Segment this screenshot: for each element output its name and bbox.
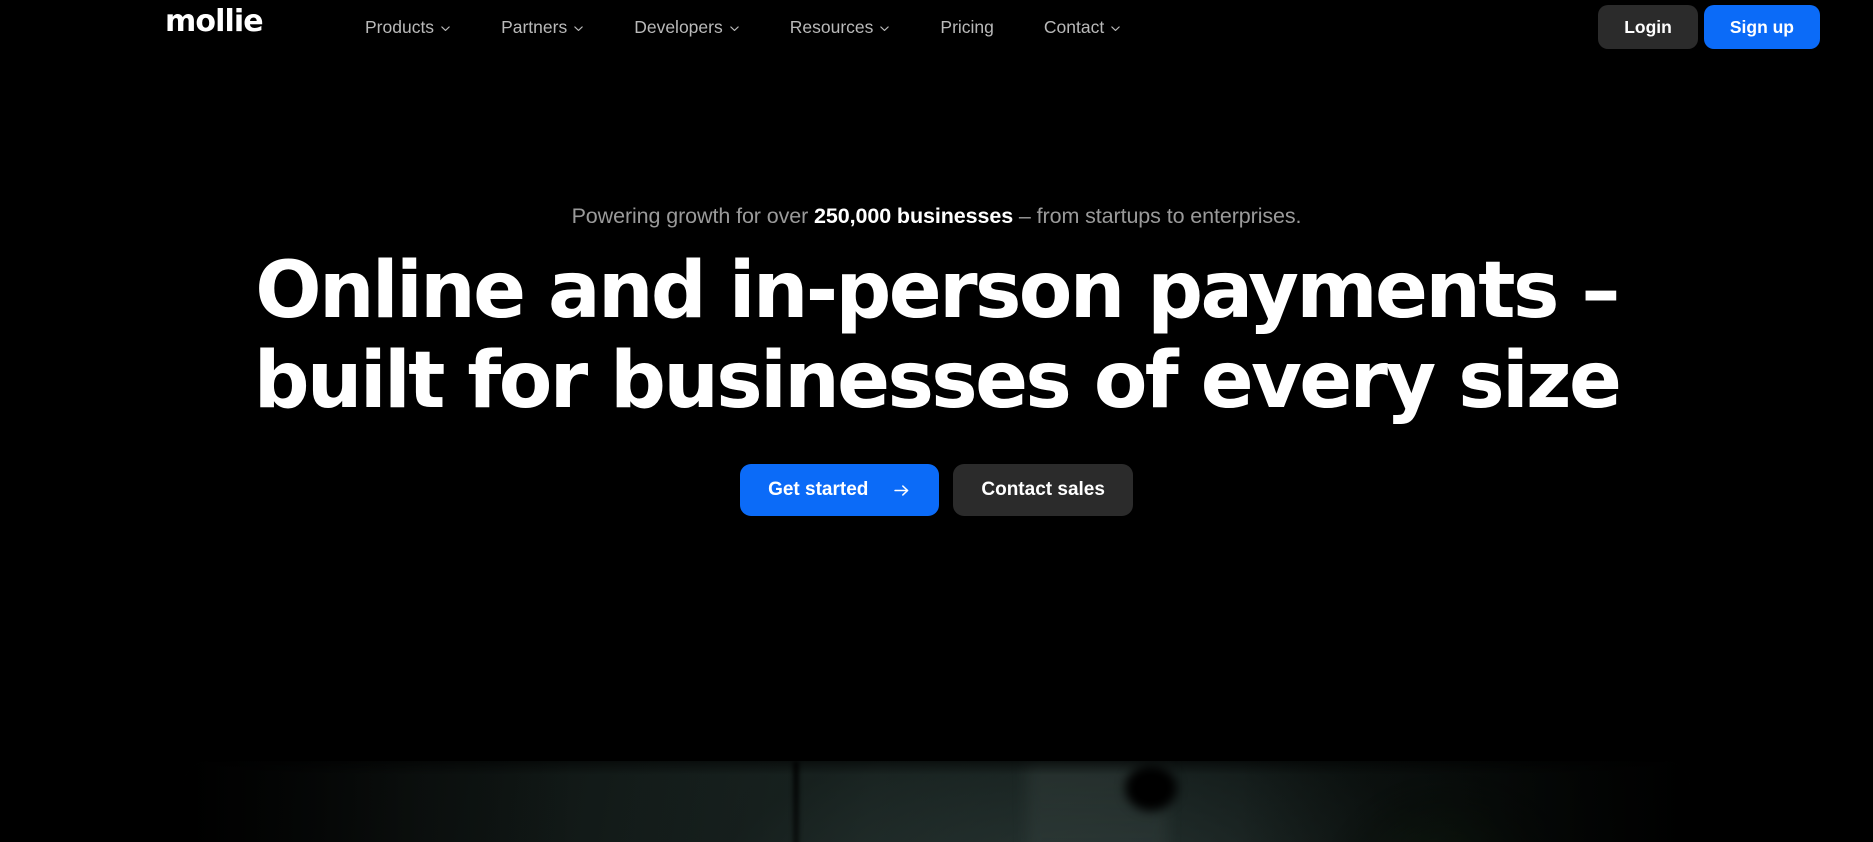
nav-item-developers[interactable]: Developers xyxy=(634,11,762,43)
nav-item-partners[interactable]: Partners xyxy=(501,11,606,43)
nav-item-label: Partners xyxy=(501,17,568,37)
top-navigation-bar: mollie Products Partners Developers Reso… xyxy=(0,0,1873,54)
mollie-logo[interactable]: mollie xyxy=(165,7,264,37)
nav-item-label: Contact xyxy=(1043,17,1105,37)
chevron-down-icon xyxy=(573,23,584,34)
get-started-label: Get started xyxy=(768,479,869,500)
nav-item-label: Pricing xyxy=(940,17,994,37)
hero-eyebrow-highlight: 250,000 businesses xyxy=(814,204,1014,228)
hero-section: Powering growth for over 250,000 busines… xyxy=(0,54,1873,516)
nav-item-label: Products xyxy=(365,17,435,37)
hero-eyebrow-suffix: – from startups to enterprises. xyxy=(1013,204,1302,228)
hero-headline: Online and in-person payments – built fo… xyxy=(0,246,1873,426)
hero-image-panel xyxy=(183,761,1690,842)
primary-nav-links: Products Partners Developers Resources P… xyxy=(365,0,1143,54)
chevron-down-icon xyxy=(440,23,451,34)
get-started-button[interactable]: Get started xyxy=(740,464,940,516)
arrow-right-icon xyxy=(892,481,911,500)
chevron-down-icon xyxy=(1110,23,1121,34)
nav-item-contact[interactable]: Contact xyxy=(1044,11,1143,43)
contact-sales-button[interactable]: Contact sales xyxy=(953,464,1133,516)
page-root: mollie Products Partners Developers Reso… xyxy=(0,0,1873,842)
nav-item-label: Resources xyxy=(789,17,874,37)
hero-cta-row: Get started Contact sales xyxy=(0,464,1873,516)
chevron-down-icon xyxy=(729,23,740,34)
login-button[interactable]: Login xyxy=(1598,5,1698,49)
hero-headline-line-2: built for businesses of every size xyxy=(253,336,1622,426)
sign-up-button[interactable]: Sign up xyxy=(1703,5,1820,49)
chevron-down-icon xyxy=(879,23,890,34)
nav-item-resources[interactable]: Resources xyxy=(790,11,913,43)
nav-item-products[interactable]: Products xyxy=(365,11,473,43)
nav-item-label: Developers xyxy=(634,17,723,37)
nav-action-buttons: Login Sign up xyxy=(1598,5,1820,49)
hero-image-top-fade xyxy=(183,761,1690,775)
hero-headline-line-1: Online and in-person payments – xyxy=(255,246,1620,336)
nav-item-pricing[interactable]: Pricing xyxy=(940,11,1016,43)
hero-eyebrow-prefix: Powering growth for over xyxy=(571,204,815,228)
hero-eyebrow: Powering growth for over 250,000 busines… xyxy=(0,202,1873,230)
